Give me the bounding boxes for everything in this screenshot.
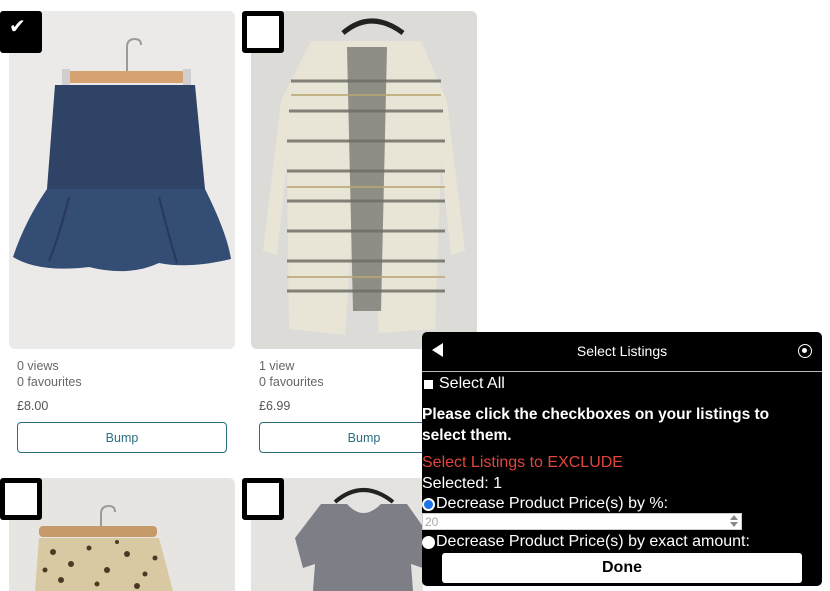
listing-photo-leopard-skirt[interactable] xyxy=(9,478,235,591)
listing-checkbox-2[interactable] xyxy=(242,11,284,53)
select-all-checkbox-icon xyxy=(424,379,433,389)
spinner-down-icon[interactable] xyxy=(730,522,738,527)
option-amount-label: Decrease Product Price(s) by exact amoun… xyxy=(436,533,750,550)
listing-photo-cardigan[interactable] xyxy=(251,11,477,349)
listing-checkbox-3[interactable] xyxy=(0,478,42,520)
option-percent-label: Decrease Product Price(s) by %: xyxy=(436,495,669,512)
option-decrease-percent[interactable]: Decrease Product Price(s) by %: xyxy=(422,495,668,513)
listing-favourites: 0 favourites xyxy=(259,375,324,389)
listing-views: 1 view xyxy=(259,359,295,373)
listing-checkbox-4[interactable] xyxy=(242,478,284,520)
select-all-label: Select All xyxy=(439,375,505,392)
selected-count: Selected: 1 xyxy=(422,475,503,492)
exclude-mode-label[interactable]: Select Listings to EXCLUDE xyxy=(422,454,623,472)
percent-input[interactable] xyxy=(422,513,742,530)
listing-card-1: 0 views 0 favourites £8.00 Bump xyxy=(9,11,235,454)
spinner-up-icon[interactable] xyxy=(730,515,738,520)
select-all-toggle[interactable]: Select All xyxy=(422,375,505,393)
panel-instructions: Please click the checkboxes on your list… xyxy=(422,406,770,444)
navy-skirt-image xyxy=(9,11,235,349)
select-listings-panel: Select Listings Select All Please click … xyxy=(422,332,822,586)
listing-checkbox-1[interactable]: ✔ xyxy=(0,11,42,53)
listing-price: £8.00 xyxy=(17,399,49,413)
check-icon: ✔ xyxy=(9,14,26,38)
listing-photo-skirt[interactable] xyxy=(9,11,235,349)
leopard-skirt-image xyxy=(9,478,235,591)
number-spinner[interactable] xyxy=(728,514,740,529)
close-circle-icon[interactable] xyxy=(798,344,812,358)
done-button[interactable]: Done xyxy=(442,553,802,583)
listing-price: £6.99 xyxy=(259,399,291,413)
option-decrease-amount[interactable]: Decrease Product Price(s) by exact amoun… xyxy=(422,533,750,551)
radio-percent[interactable] xyxy=(422,497,435,511)
radio-amount[interactable] xyxy=(422,535,435,549)
bump-button[interactable]: Bump xyxy=(17,422,227,453)
panel-header: Select Listings xyxy=(422,332,822,372)
listing-views: 0 views xyxy=(17,359,59,373)
patterned-cardigan-image xyxy=(251,11,477,349)
listing-favourites: 0 favourites xyxy=(17,375,82,389)
panel-title: Select Listings xyxy=(576,343,668,359)
